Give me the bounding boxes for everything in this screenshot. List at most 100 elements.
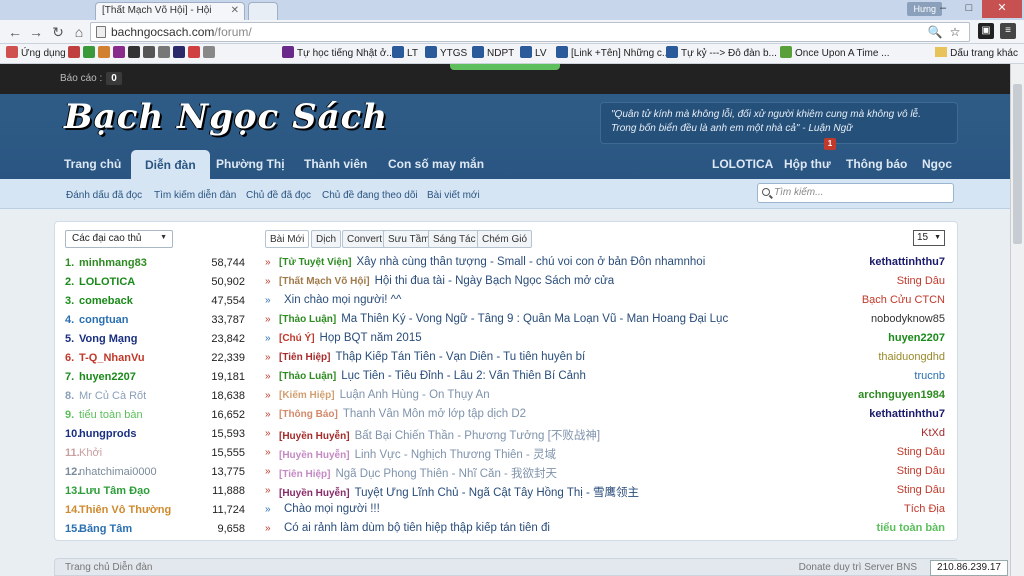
close-window-icon[interactable]: ✕ [982,0,1022,18]
feed-tab[interactable]: Bài Mới [265,230,310,248]
thread-title[interactable]: Họp BQT năm 2015 [320,332,422,344]
thread-title[interactable]: Xây nhà cùng thần tượng - Small - chú vo… [356,256,705,268]
thread-title[interactable]: Thanh Vân Môn mở lớp tập dịch D2 [343,408,526,420]
search-input[interactable]: Tìm kiếm... [757,183,954,203]
thread-prefix[interactable]: [Thất Mạch Võ Hội] [279,276,370,287]
thread-row[interactable]: » Xin chào mọi người! ^^ Bạch Cửu CTCN [265,292,949,311]
thread-prefix[interactable]: [Huyền Huyễn] [279,431,350,442]
thread-title[interactable]: Hội thi đua tài - Ngày Bạch Ngọc Sách mở… [375,275,615,287]
thread-prefix[interactable]: [Thông Báo] [279,409,338,420]
leaderboard-row[interactable]: 8. Mr Củ Cà Rốt 18,638 [65,387,245,406]
thread-row[interactable]: » [Kiếm Hiệp] Luận Anh Hùng - Ôn Thụy An ar… [265,387,949,406]
subnav-watched[interactable]: Chủ đề đang theo dõi [322,190,418,201]
thread-row[interactable]: » [Thông Báo] Thanh Vân Môn mở lớp tập dịc… [265,406,949,425]
thread-last-poster[interactable]: huyen2207 [888,332,945,344]
bookmark-link[interactable]: [Link +Tên] Những c... [556,46,670,62]
nav-stats[interactable]: Con số may mắn [388,157,484,171]
rank-user[interactable]: Khởi [79,447,102,459]
bookmark-lv[interactable]: LV [520,46,547,62]
bookmark-ytgs[interactable]: YTGS [425,46,467,62]
thread-row[interactable]: » [Tử Tuyệt Viện] Xây nhà cùng thần tượng … [265,254,949,273]
thread-row[interactable]: » [Thảo Luận] Ma Thiên Ký - Vong Ngữ - Tần… [265,311,949,330]
bookmark-lt[interactable]: LT [392,46,418,62]
thread-last-poster[interactable]: Sting Dâu [897,275,945,287]
thread-last-poster[interactable]: Tích Địa [904,503,945,515]
leaderboard-row[interactable]: 7. huyen2207 19,181 [65,368,245,387]
thread-prefix[interactable]: [Tử Tuyệt Viện] [279,257,351,268]
leaderboard-row[interactable]: 5. Vong Mạng 23,842 [65,330,245,349]
nav-alerts[interactable]: Thông báo [846,157,907,171]
leaderboard-dropdown[interactable]: Các đại cao thủ [65,230,173,248]
rank-user[interactable]: Vong Mạng [79,333,137,345]
bookmark-ndpt[interactable]: NDPT [472,46,514,62]
thread-prefix[interactable]: [Huyền Huyễn] [279,488,350,499]
feed-tab[interactable]: Sáng Tác [428,230,481,248]
thread-title[interactable]: Luận Anh Hùng - Ôn Thụy An [340,389,490,401]
address-bar[interactable]: bachngocsach.com/forum/ 🔍 ☆ [90,22,970,42]
subnav-read-threads[interactable]: Chủ đề đã đọc [246,190,311,201]
leaderboard-row[interactable]: 12. nhatchimai0000 13,775 [65,463,245,482]
rank-user[interactable]: comeback [79,295,133,307]
thread-row[interactable]: » [Thảo Luận] Lục Tiên - Tiêu Đỉnh - Lầu 2… [265,368,949,387]
rank-user[interactable]: hungprods [79,428,136,440]
thread-last-poster[interactable]: Sting Dâu [897,484,945,496]
thread-title[interactable]: Xin chào mọi người! ^^ [284,294,401,306]
rank-user[interactable]: nhatchimai0000 [79,466,157,478]
thread-last-poster[interactable]: kethattinhthu7 [869,408,945,420]
thread-last-poster[interactable]: nobodyknow85 [871,313,945,325]
nav-forum[interactable]: Diễn đàn [131,150,210,180]
thread-last-poster[interactable]: kethattinhthu7 [869,256,945,268]
leaderboard-row[interactable]: 2. LOLOTICA 50,902 [65,273,245,292]
bookmark-tuky[interactable]: Tự kỷ ---> Đô đàn b... [666,46,777,62]
leaderboard-row[interactable]: 4. congtuan 33,787 [65,311,245,330]
thread-last-poster[interactable]: archnguyen1984 [858,389,945,401]
thread-prefix[interactable]: [Chú Ý] [279,333,315,344]
thread-prefix[interactable]: [Thảo Luận] [279,371,336,382]
forward-icon[interactable]: → [27,23,45,41]
thread-prefix[interactable]: [Thảo Luận] [279,314,336,325]
perpage-select[interactable]: 15 [913,230,945,246]
thread-title[interactable]: Có ai rảnh làm dùm bộ tiên hiệp thập kiế… [284,522,550,534]
leaderboard-row[interactable]: 13. Lưu Tâm Đạo 11,888 [65,482,245,501]
home-icon[interactable]: ⌂ [70,23,88,41]
rank-user[interactable]: tiểu toàn bàn [79,409,143,421]
new-tab-button[interactable] [248,2,278,20]
thread-row[interactable]: » Chào mọi người !!! Tích Địa [265,501,949,520]
thread-last-poster[interactable]: tiểu toàn bàn [877,522,945,534]
rank-user[interactable]: congtuan [79,314,129,326]
thread-row[interactable]: » [Thất Mạch Võ Hội] Hội thi đua tài - Ngà… [265,273,949,292]
subnav-mark-read[interactable]: Đánh dấu đã đọc [66,190,142,201]
nav-inbox[interactable]: Hộp thư [784,157,831,171]
leaderboard-row[interactable]: 6. T-Q_NhanVu 22,339 [65,349,245,368]
other-bookmarks[interactable]: Dấu trang khác [935,46,1018,62]
thread-row[interactable]: » [Tiên Hiệp] Ngã Dục Phong Thiên - Nhĩ Că… [265,463,949,482]
thread-title[interactable]: Thập Kiếp Tán Tiên - Vạn Diễn - Tu tiên … [335,351,585,363]
thread-row[interactable]: » [Tiên Hiệp] Thập Kiếp Tán Tiên - Vạn Diễ… [265,349,949,368]
leaderboard-row[interactable]: 14. Thiên Vô Thường 11,724 [65,501,245,520]
leaderboard-row[interactable]: 3. comeback 47,554 [65,292,245,311]
thread-row[interactable]: » [Chú Ý] Họp BQT năm 2015 huyen2207 [265,330,949,349]
leaderboard-row[interactable]: 10. hungprods 15,593 [65,425,245,444]
minimize-icon[interactable]: – [930,0,956,18]
thread-last-poster[interactable]: Bạch Cửu CTCN [862,294,945,306]
rank-user[interactable]: Mr Củ Cà Rốt [79,390,146,402]
zoom-icon[interactable]: 🔍 [927,24,943,40]
thread-title[interactable]: Ngã Dục Phong Thiên - Nhĩ Căn - 我欲封天 [335,468,557,480]
maximize-icon[interactable]: □ [956,0,982,18]
menu-icon[interactable]: ≡ [1000,23,1016,39]
bookmark-once[interactable]: Once Upon A Time ... [780,46,890,62]
reload-icon[interactable]: ↻ [49,23,67,41]
bookmark-apps[interactable]: Ứng dụng [6,46,66,62]
thread-prefix[interactable]: [Huyền Huyễn] [279,450,350,461]
subnav-new-posts[interactable]: Bài viết mới [427,190,480,201]
report-counter[interactable]: Báo cáo :0 [60,72,122,85]
rank-user[interactable]: huyen2207 [79,371,136,383]
browser-tab[interactable]: [Thất Mạch Võ Hội] - Hội ✕ [95,2,245,20]
thread-row[interactable]: » [Huyền Huyễn] Bất Bại Chiến Thần - Phươn… [265,425,949,444]
scrollbar-thumb[interactable] [1013,84,1022,244]
thread-prefix[interactable]: [Tiên Hiệp] [279,352,330,363]
bookmark-icons[interactable] [68,46,218,62]
nav-user[interactable]: LOLOTICA [712,157,773,171]
page-scrollbar[interactable] [1010,64,1024,576]
thread-title[interactable]: Linh Vực - Nghịch Thương Thiên - 灵域 [355,449,557,461]
